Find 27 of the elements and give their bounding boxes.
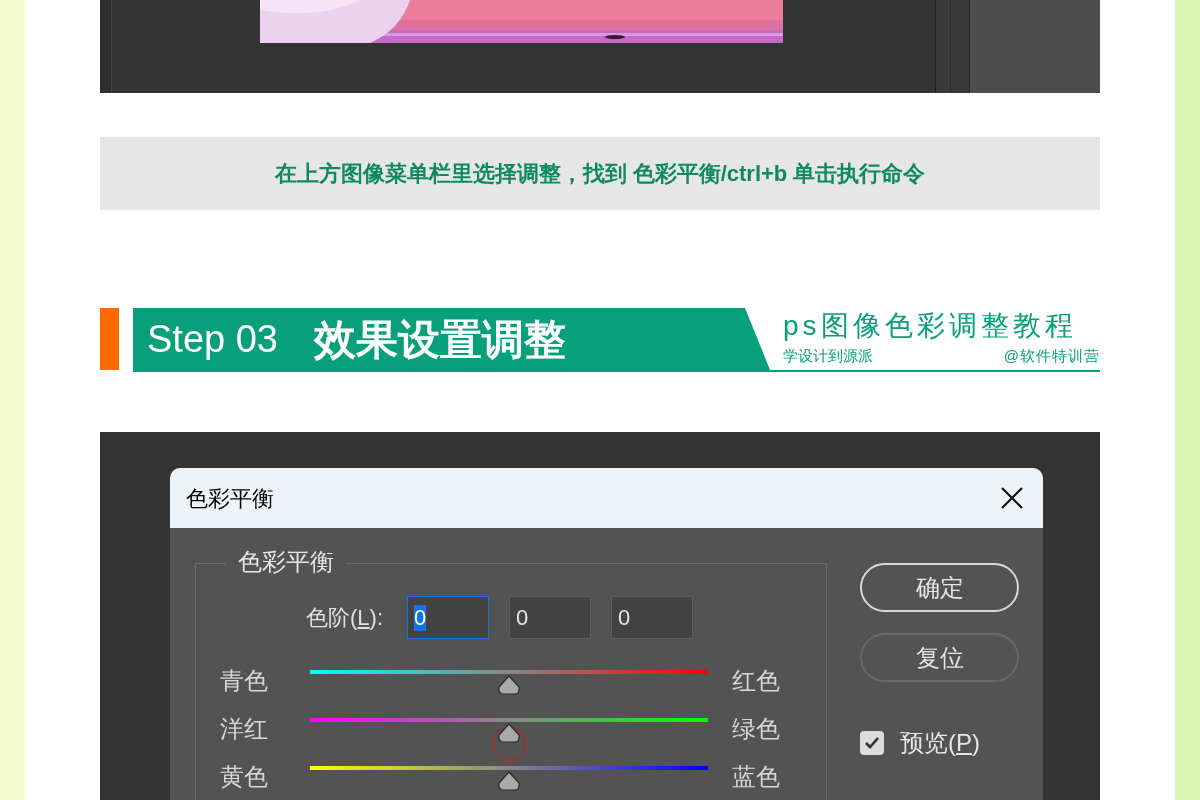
tagline: 学设计到源派	[783, 347, 873, 365]
levels-label: 色阶(L):	[306, 604, 384, 632]
slider-right-label: 蓝色	[732, 762, 780, 792]
close-icon	[1000, 486, 1024, 510]
level-input[interactable]: 0	[509, 596, 592, 639]
slider-left-label: 洋红	[219, 714, 269, 744]
level-input[interactable]: 0	[611, 596, 694, 639]
level-input[interactable]: 0	[407, 596, 490, 639]
slider-left-label: 黄色	[219, 762, 269, 792]
dialog-button[interactable]: 确定	[860, 563, 1019, 612]
check-icon	[864, 736, 880, 750]
step-number: Step 03	[147, 316, 278, 362]
slider-thumb[interactable]	[497, 771, 521, 791]
dialog-title: 色彩平衡	[186, 484, 274, 513]
slider-right-label: 红色	[732, 666, 780, 696]
step-title: 效果设置调整	[314, 314, 566, 365]
slider-right-label: 绿色	[732, 714, 780, 744]
series-title: ps图像色彩调整教程	[783, 309, 1078, 343]
accent-bar	[100, 308, 119, 370]
slider-thumb[interactable]	[497, 675, 521, 695]
author-tag: @软件特训营	[1003, 347, 1100, 365]
slider-thumb[interactable]	[497, 723, 521, 743]
preview-checkbox[interactable]: 预览(P)	[860, 725, 1019, 761]
caption-text: 在上方图像菜单栏里选择调整，找到 色彩平衡/ctrl+b 单击执行命令	[274, 160, 926, 188]
checkbox-box[interactable]	[860, 731, 884, 755]
slider-left-label: 青色	[219, 666, 269, 696]
dialog-button[interactable]: 复位	[860, 633, 1019, 682]
